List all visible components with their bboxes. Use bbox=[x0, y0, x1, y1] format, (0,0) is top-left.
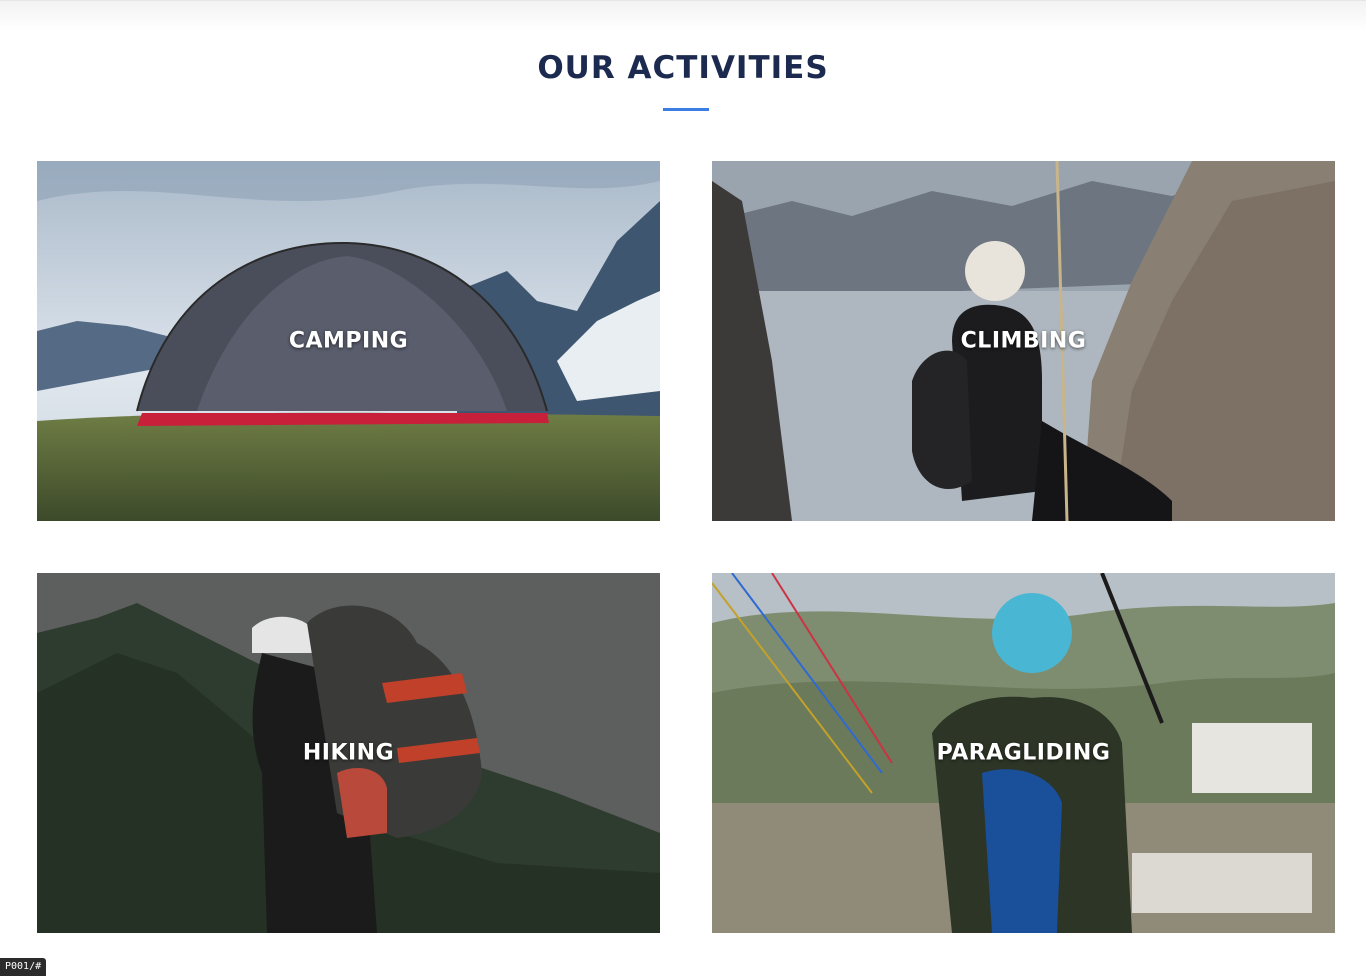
activity-label: CAMPING bbox=[288, 328, 409, 354]
activity-label: PARAGLIDING bbox=[936, 740, 1111, 766]
activity-card-paragliding[interactable]: PARAGLIDING bbox=[712, 573, 1335, 933]
activity-card-hiking[interactable]: HIKING bbox=[37, 573, 660, 933]
top-bar bbox=[0, 0, 1366, 31]
title-underline bbox=[663, 108, 709, 111]
activity-card-camping[interactable]: CAMPING bbox=[37, 161, 660, 521]
status-url: P001/# bbox=[0, 958, 47, 976]
activity-label: HIKING bbox=[302, 740, 395, 766]
activity-label: CLIMBING bbox=[960, 328, 1087, 354]
section-title: OUR ACTIVITIES bbox=[537, 50, 829, 86]
activity-card-climbing[interactable]: CLIMBING bbox=[712, 161, 1335, 521]
